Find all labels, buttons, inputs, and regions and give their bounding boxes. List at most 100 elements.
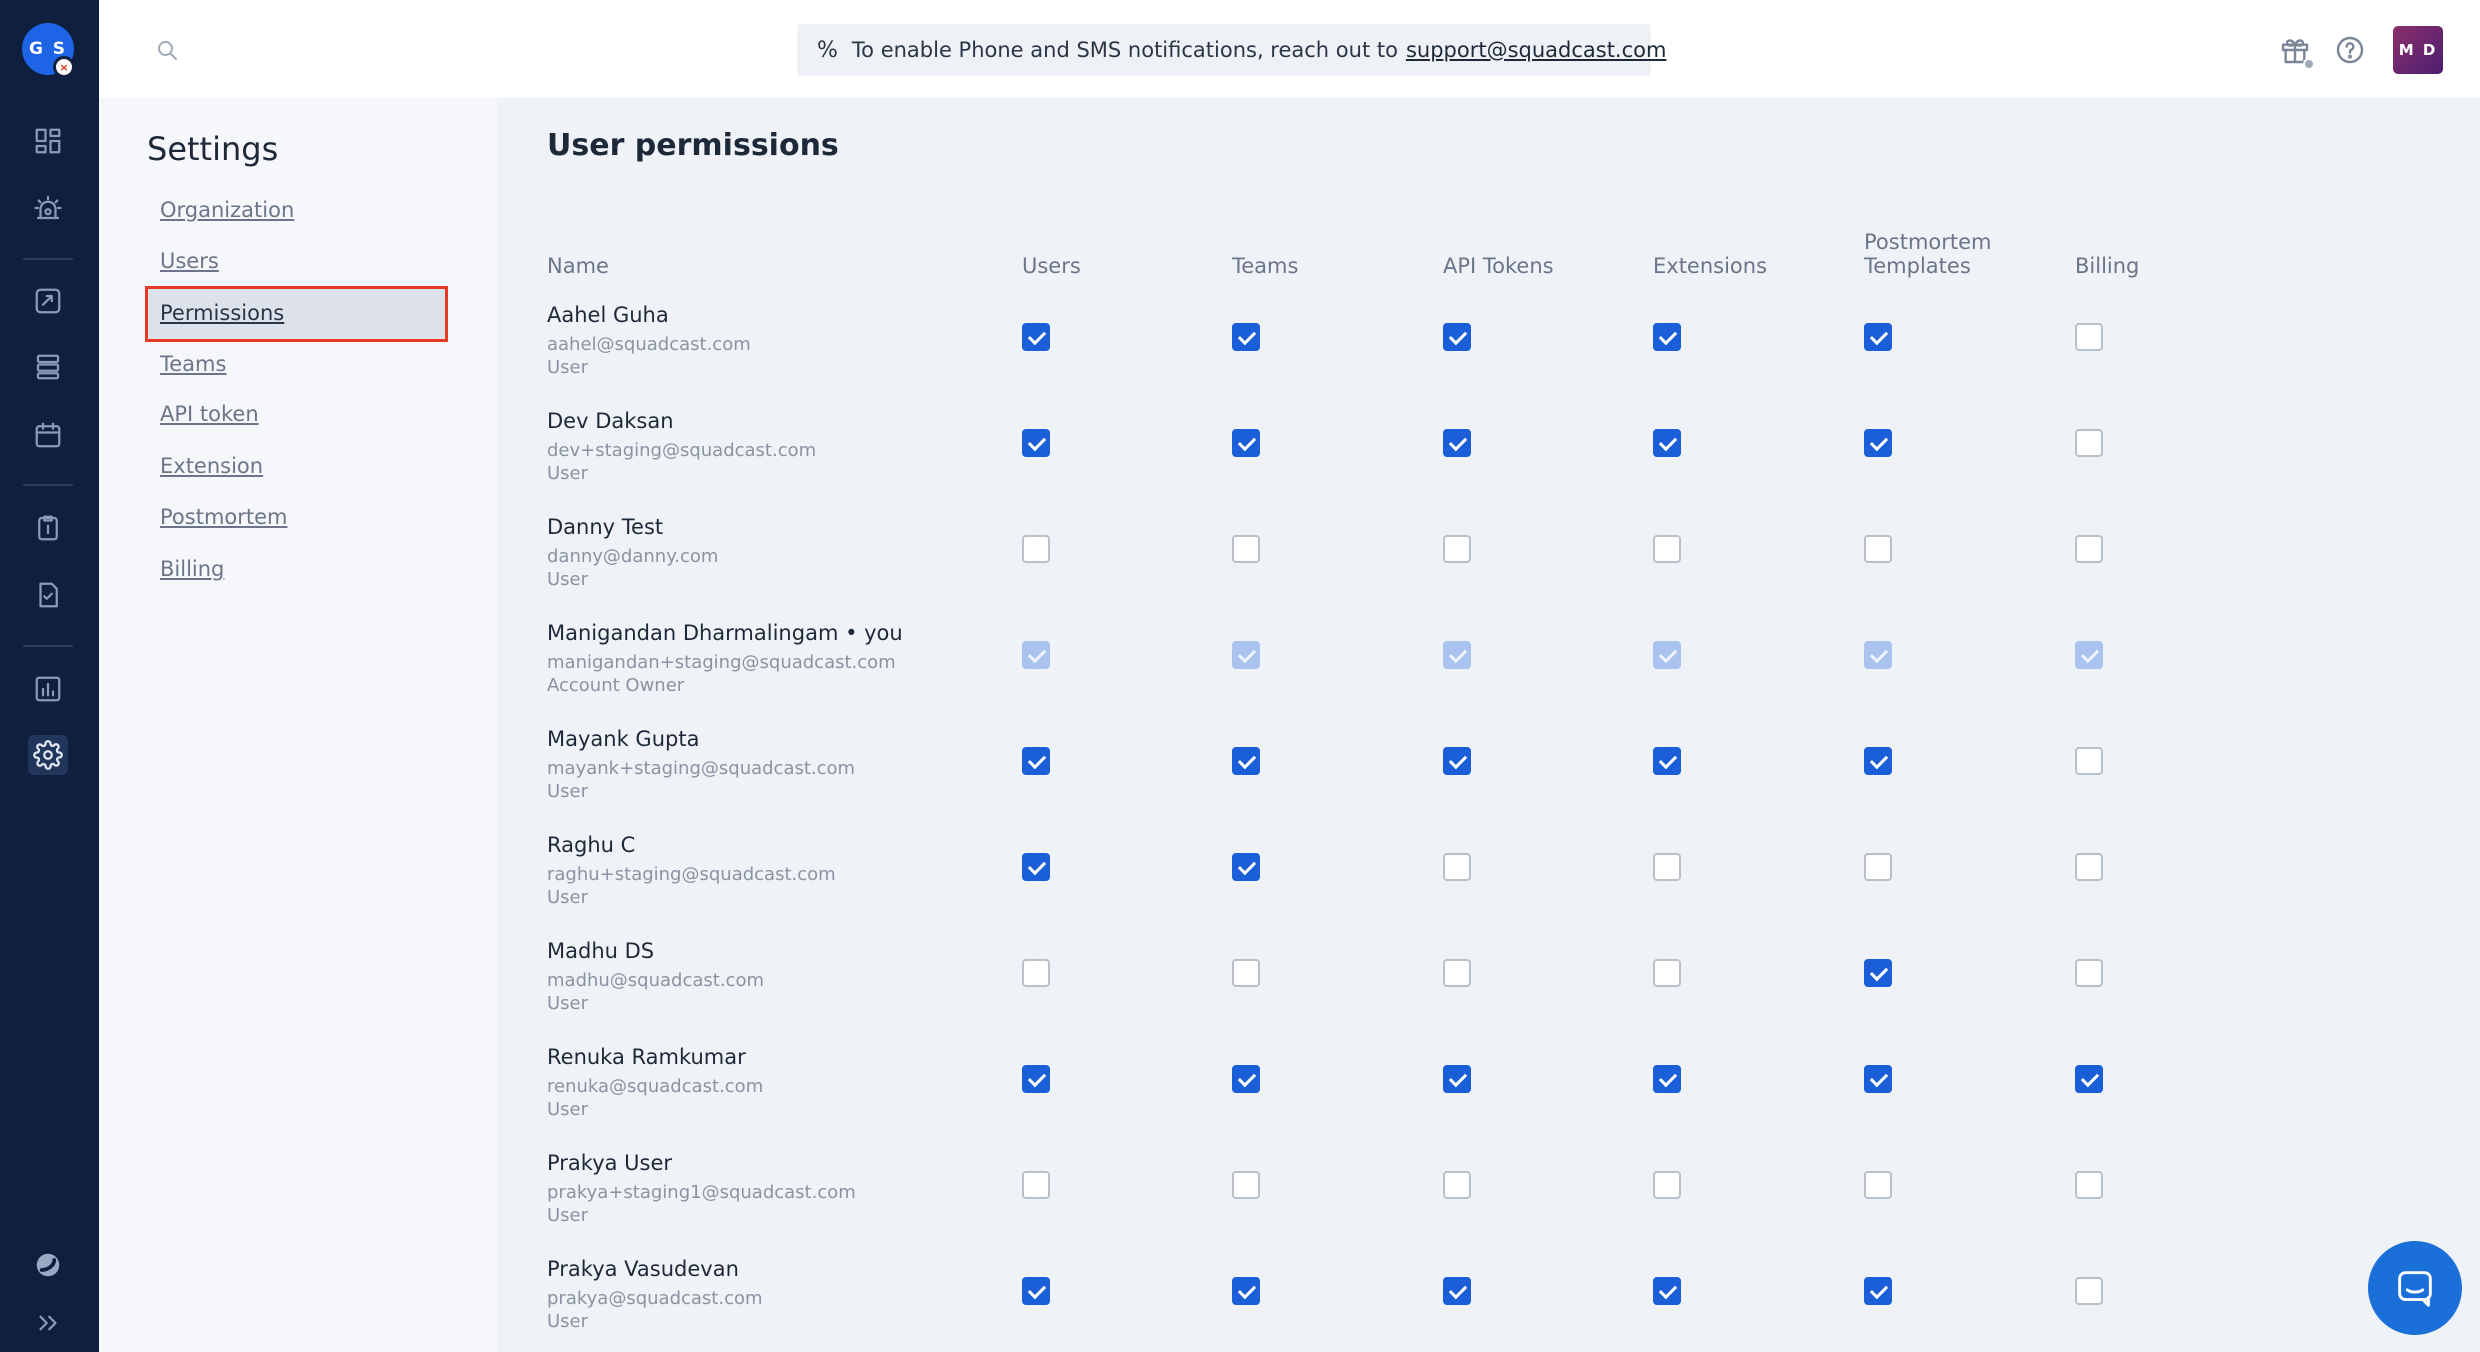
permission-checkbox-teams[interactable] <box>1232 323 1260 351</box>
search-icon[interactable] <box>155 38 179 62</box>
user-name: Madhu DS <box>547 939 655 963</box>
settings-gear-icon[interactable] <box>28 735 68 775</box>
permission-checkbox-postmortem-templates[interactable] <box>1864 1277 1892 1305</box>
permission-checkbox-extensions[interactable] <box>1653 959 1681 987</box>
permission-checkbox-api-tokens[interactable] <box>1443 853 1471 881</box>
chat-support-button[interactable] <box>2368 1241 2462 1335</box>
permission-checkbox-users[interactable] <box>1022 853 1050 881</box>
user-role: User <box>547 357 589 378</box>
user-name: Mayank Gupta <box>547 727 700 751</box>
settings-nav-billing[interactable]: Billing <box>160 557 224 581</box>
settings-nav-teams[interactable]: Teams <box>160 352 226 376</box>
permission-checkbox-users[interactable] <box>1022 429 1050 457</box>
permission-checkbox-extensions[interactable] <box>1653 1065 1681 1093</box>
permission-checkbox-billing[interactable] <box>2075 1277 2103 1305</box>
permission-checkbox-api-tokens[interactable] <box>1443 959 1471 987</box>
services-icon[interactable] <box>28 347 68 387</box>
user-email: mayank+staging@squadcast.com <box>547 758 856 779</box>
permission-checkbox-extensions <box>1653 641 1681 669</box>
permission-checkbox-extensions[interactable] <box>1653 1277 1681 1305</box>
expand-sidebar-icon[interactable] <box>28 1303 68 1343</box>
settings-nav-users[interactable]: Users <box>160 249 219 273</box>
user-name: Danny Test <box>547 515 664 539</box>
user-role: User <box>547 1099 589 1120</box>
permission-checkbox-teams <box>1232 641 1260 669</box>
permission-checkbox-extensions[interactable] <box>1653 323 1681 351</box>
column-header-billing: Billing <box>2075 254 2140 278</box>
incidents-icon[interactable] <box>28 281 68 321</box>
permission-checkbox-billing[interactable] <box>2075 1171 2103 1199</box>
schedules-calendar-icon[interactable] <box>28 415 68 455</box>
permission-checkbox-extensions[interactable] <box>1653 853 1681 881</box>
user-email: raghu+staging@squadcast.com <box>547 864 836 885</box>
permission-checkbox-api-tokens[interactable] <box>1443 1277 1471 1305</box>
permission-checkbox-postmortem-templates[interactable] <box>1864 747 1892 775</box>
permission-checkbox-extensions[interactable] <box>1653 747 1681 775</box>
user-email: madhu@squadcast.com <box>547 970 765 991</box>
support-email-link[interactable]: support@squadcast.com <box>1406 38 1667 62</box>
column-header-postmortem-line1: Postmortem <box>1864 230 1992 254</box>
settings-nav-extension[interactable]: Extension <box>160 454 263 478</box>
permission-checkbox-billing[interactable] <box>2075 1065 2103 1093</box>
settings-nav-permissions[interactable]: Permissions <box>160 301 284 325</box>
permission-checkbox-teams[interactable] <box>1232 1171 1260 1199</box>
permission-checkbox-users[interactable] <box>1022 1277 1050 1305</box>
permission-checkbox-teams[interactable] <box>1232 429 1260 457</box>
permission-checkbox-billing[interactable] <box>2075 747 2103 775</box>
permission-checkbox-teams[interactable] <box>1232 853 1260 881</box>
rail-divider <box>23 258 73 260</box>
permission-checkbox-api-tokens[interactable] <box>1443 535 1471 563</box>
permission-checkbox-teams[interactable] <box>1232 535 1260 563</box>
permission-checkbox-postmortem-templates[interactable] <box>1864 1065 1892 1093</box>
user-email: danny@danny.com <box>547 546 719 567</box>
user-email: renuka@squadcast.com <box>547 1076 764 1097</box>
permission-checkbox-billing[interactable] <box>2075 323 2103 351</box>
gift-icon[interactable] <box>2279 34 2315 70</box>
permission-checkbox-postmortem-templates[interactable] <box>1864 535 1892 563</box>
permission-checkbox-api-tokens[interactable] <box>1443 323 1471 351</box>
permission-checkbox-postmortem-templates[interactable] <box>1864 1171 1892 1199</box>
settings-nav-api-token[interactable]: API token <box>160 402 259 426</box>
settings-nav-panel: Settings Organization Users Permissions … <box>99 98 497 1352</box>
permission-checkbox-postmortem-templates[interactable] <box>1864 429 1892 457</box>
permission-checkbox-api-tokens[interactable] <box>1443 1065 1471 1093</box>
permission-checkbox-api-tokens[interactable] <box>1443 429 1471 457</box>
permission-checkbox-users[interactable] <box>1022 747 1050 775</box>
permission-checkbox-users[interactable] <box>1022 535 1050 563</box>
permission-checkbox-billing[interactable] <box>2075 853 2103 881</box>
org-badge: × <box>53 56 75 78</box>
permission-checkbox-extensions[interactable] <box>1653 429 1681 457</box>
permission-checkbox-billing[interactable] <box>2075 535 2103 563</box>
permission-checkbox-billing[interactable] <box>2075 959 2103 987</box>
permission-checkbox-teams[interactable] <box>1232 1277 1260 1305</box>
permission-checkbox-extensions[interactable] <box>1653 1171 1681 1199</box>
table-row: Dev Daksan dev+staging@squadcast.com User <box>547 409 2247 509</box>
permission-checkbox-users[interactable] <box>1022 1171 1050 1199</box>
settings-nav-postmortem[interactable]: Postmortem <box>160 505 288 529</box>
dashboard-icon[interactable] <box>28 121 68 161</box>
permission-checkbox-teams[interactable] <box>1232 959 1260 987</box>
permission-checkbox-api-tokens[interactable] <box>1443 1171 1471 1199</box>
permission-checkbox-extensions[interactable] <box>1653 535 1681 563</box>
permission-checkbox-teams[interactable] <box>1232 747 1260 775</box>
settings-nav-organization[interactable]: Organization <box>160 198 294 222</box>
user-name: Prakya User <box>547 1151 673 1175</box>
postmortem-document-icon[interactable] <box>28 575 68 615</box>
permission-checkbox-users[interactable] <box>1022 323 1050 351</box>
table-row: Prakya Vasudevan prakya@squadcast.com User <box>547 1257 2247 1352</box>
permission-checkbox-api-tokens[interactable] <box>1443 747 1471 775</box>
permission-checkbox-users[interactable] <box>1022 1065 1050 1093</box>
permission-checkbox-postmortem-templates[interactable] <box>1864 959 1892 987</box>
permission-checkbox-billing[interactable] <box>2075 429 2103 457</box>
alert-siren-icon[interactable] <box>28 188 68 228</box>
column-header-postmortem-line2: Templates <box>1864 254 1971 278</box>
permission-checkbox-postmortem-templates[interactable] <box>1864 323 1892 351</box>
permission-checkbox-postmortem-templates[interactable] <box>1864 853 1892 881</box>
user-avatar[interactable]: M D <box>2393 26 2443 74</box>
help-icon[interactable] <box>2334 34 2366 66</box>
analytics-icon[interactable] <box>28 669 68 709</box>
permission-checkbox-teams[interactable] <box>1232 1065 1260 1093</box>
column-header-extensions: Extensions <box>1653 254 1768 278</box>
runbooks-clipboard-icon[interactable] <box>28 508 68 548</box>
permission-checkbox-users[interactable] <box>1022 959 1050 987</box>
